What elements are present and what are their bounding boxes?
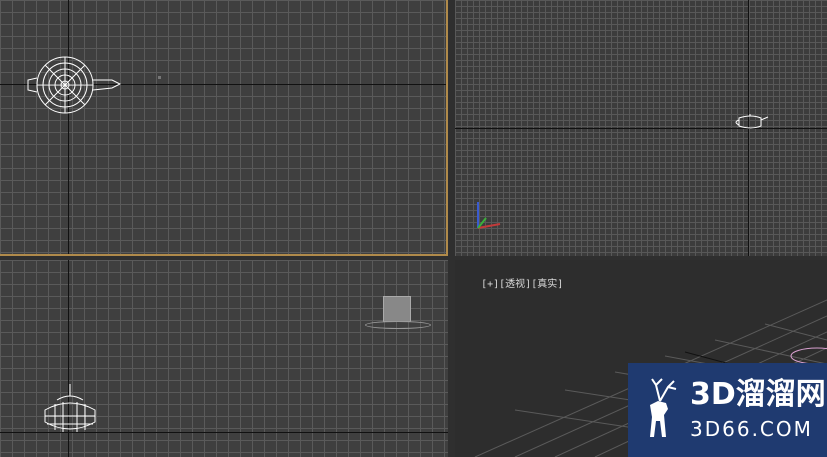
deer-logo-icon	[650, 378, 677, 437]
watermark-url: 3D66.COM	[690, 417, 813, 441]
view-cube-ring[interactable]	[365, 321, 431, 329]
axis-x-line	[455, 128, 827, 129]
viewport-top[interactable]	[0, 0, 448, 256]
viewport-front[interactable]	[455, 0, 827, 256]
axis-y-line	[68, 0, 69, 254]
axis-tripod-icon	[477, 202, 501, 229]
watermark: 3D溜溜网 3D66.COM	[628, 363, 827, 457]
pivot-marker	[158, 76, 161, 79]
teapot-icon[interactable]	[35, 382, 105, 438]
viewport-left[interactable]	[0, 260, 448, 457]
watermark-brand: 3D溜溜网	[690, 377, 826, 412]
teapot-icon[interactable]	[20, 50, 130, 120]
teapot-icon[interactable]	[731, 110, 771, 132]
view-cube-icon[interactable]	[383, 296, 411, 322]
